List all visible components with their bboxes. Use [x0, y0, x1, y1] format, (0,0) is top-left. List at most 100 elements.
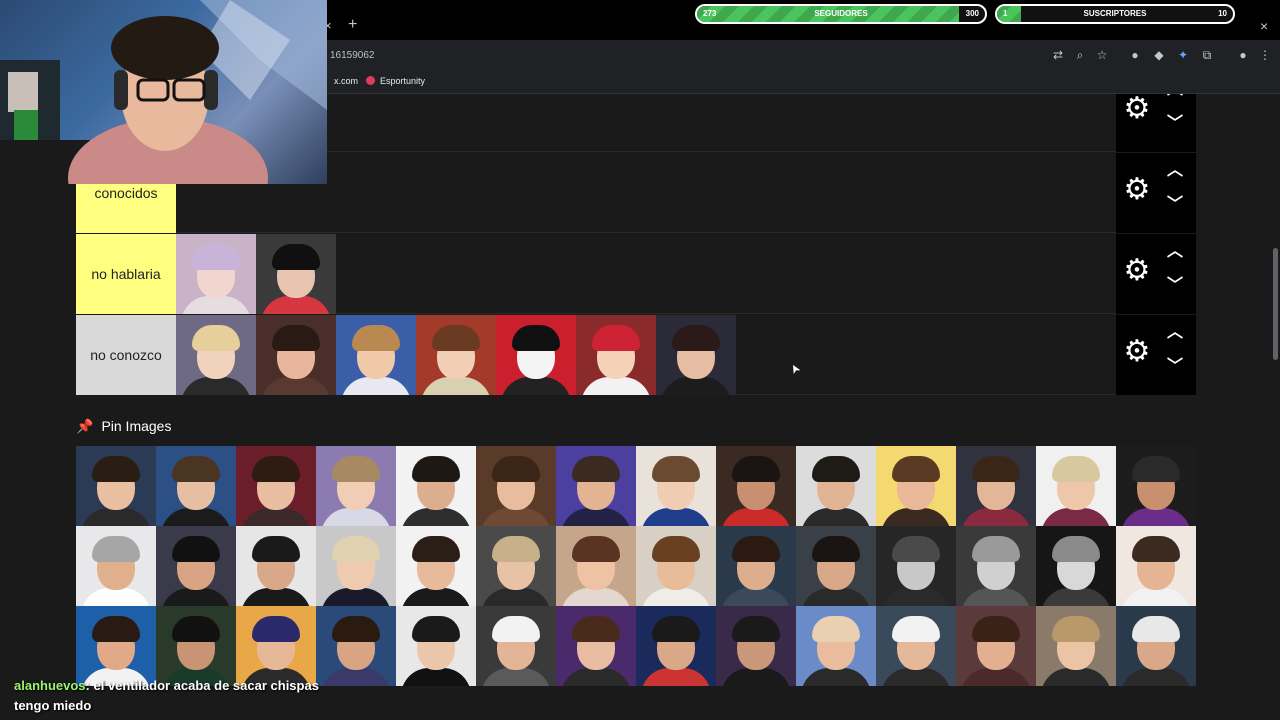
- portrait-hair: [412, 456, 460, 482]
- pin-image[interactable]: [396, 526, 476, 606]
- window-close-button[interactable]: ×: [1260, 18, 1268, 34]
- pin-image[interactable]: [796, 606, 876, 686]
- gear-icon[interactable]: ⚙: [1122, 337, 1152, 367]
- portrait-hair: [172, 456, 220, 482]
- portrait-hair: [252, 616, 300, 642]
- pin-image[interactable]: [476, 526, 556, 606]
- pin-image[interactable]: [556, 526, 636, 606]
- pin-image[interactable]: [556, 446, 636, 526]
- url-text[interactable]: 16159062: [330, 50, 375, 61]
- pin-image[interactable]: [1036, 526, 1116, 606]
- portrait-hair: [272, 325, 320, 351]
- bookmark-esportunity[interactable]: Esportunity: [380, 76, 425, 86]
- tier-item-image[interactable]: [176, 315, 256, 395]
- pin-image[interactable]: [316, 446, 396, 526]
- gear-icon[interactable]: ⚙: [1122, 256, 1152, 286]
- extension-icon-1[interactable]: ●: [1127, 47, 1143, 63]
- portrait-body: [1041, 668, 1111, 686]
- pin-image[interactable]: [236, 446, 316, 526]
- pin-image[interactable]: [956, 446, 1036, 526]
- pin-image[interactable]: [76, 606, 156, 686]
- tier-item-image[interactable]: [576, 315, 656, 395]
- pin-image[interactable]: [716, 526, 796, 606]
- pin-image[interactable]: [876, 526, 956, 606]
- portrait-hair: [252, 456, 300, 482]
- chevron-up-icon[interactable]: ︿: [1164, 161, 1186, 181]
- pin-image[interactable]: [236, 606, 316, 686]
- portrait-hair: [572, 456, 620, 482]
- extension-icon-3[interactable]: ✦: [1175, 47, 1191, 63]
- pin-image[interactable]: [396, 606, 476, 686]
- translate-icon[interactable]: ⇄: [1050, 47, 1066, 63]
- pin-image[interactable]: [716, 606, 796, 686]
- pin-image[interactable]: [636, 526, 716, 606]
- chevron-down-icon[interactable]: ﹀: [1164, 276, 1186, 296]
- extension-icon-2[interactable]: ◆: [1151, 47, 1167, 63]
- tier-item-image[interactable]: [256, 234, 336, 314]
- pin-image[interactable]: [956, 606, 1036, 686]
- pin-image[interactable]: [556, 606, 636, 686]
- tier-item-image[interactable]: [176, 234, 256, 314]
- chevron-down-icon[interactable]: ﹀: [1164, 195, 1186, 215]
- tier-item-image[interactable]: [496, 315, 576, 395]
- pin-image[interactable]: [476, 606, 556, 686]
- tier-row: no conozco: [76, 315, 1116, 395]
- bookmark-x-com[interactable]: x.com: [334, 76, 358, 86]
- portrait-body: [561, 588, 631, 606]
- tier-label[interactable]: no conozco: [76, 315, 176, 395]
- pin-image[interactable]: [716, 446, 796, 526]
- pin-image[interactable]: [636, 446, 716, 526]
- scrollbar-thumb[interactable]: [1273, 248, 1278, 360]
- chevron-up-icon[interactable]: ︿: [1164, 94, 1186, 100]
- pin-image[interactable]: [1116, 606, 1196, 686]
- pushpin-icon: 📌: [76, 417, 94, 434]
- portrait-hair: [492, 616, 540, 642]
- chevron-up-icon[interactable]: ︿: [1164, 242, 1186, 262]
- portrait-hair: [92, 616, 140, 642]
- pin-image[interactable]: [76, 446, 156, 526]
- tier-item-image[interactable]: [336, 315, 416, 395]
- tier-item-image[interactable]: [256, 315, 336, 395]
- pin-image[interactable]: [636, 606, 716, 686]
- bookmark-star-icon[interactable]: ☆: [1094, 47, 1110, 63]
- browser-menu-icon[interactable]: ⋮: [1257, 47, 1273, 63]
- pin-image[interactable]: [396, 446, 476, 526]
- gear-icon[interactable]: ⚙: [1122, 94, 1152, 124]
- tier-label[interactable]: no hablaria: [76, 234, 176, 314]
- pin-image[interactable]: [1116, 526, 1196, 606]
- chevron-up-icon[interactable]: ︿: [1164, 323, 1186, 343]
- portrait-body: [81, 588, 151, 606]
- pin-image[interactable]: [956, 526, 1036, 606]
- pin-image[interactable]: [76, 526, 156, 606]
- pin-image[interactable]: [316, 526, 396, 606]
- profile-avatar-icon[interactable]: ●: [1235, 47, 1251, 63]
- portrait-hair: [512, 325, 560, 351]
- gear-icon[interactable]: ⚙: [1122, 175, 1152, 205]
- tier-item-image[interactable]: [656, 315, 736, 395]
- pin-image[interactable]: [876, 606, 956, 686]
- portrait-body: [641, 508, 711, 526]
- new-tab-button[interactable]: +: [348, 16, 357, 34]
- pin-image[interactable]: [796, 526, 876, 606]
- pin-image[interactable]: [156, 526, 236, 606]
- pin-image[interactable]: [156, 606, 236, 686]
- pin-image[interactable]: [876, 446, 956, 526]
- pin-image[interactable]: [1036, 606, 1116, 686]
- page-scrollbar[interactable]: [1270, 94, 1280, 720]
- pin-image[interactable]: [236, 526, 316, 606]
- pin-image[interactable]: [476, 446, 556, 526]
- extensions-puzzle-icon[interactable]: ⧉: [1199, 47, 1215, 63]
- pin-image[interactable]: [316, 606, 396, 686]
- portrait-body: [241, 588, 311, 606]
- pin-image[interactable]: [156, 446, 236, 526]
- pin-image[interactable]: [796, 446, 876, 526]
- tier-item-image[interactable]: [416, 315, 496, 395]
- portrait-hair: [332, 616, 380, 642]
- pin-image[interactable]: [1036, 446, 1116, 526]
- zoom-icon[interactable]: ⌕: [1072, 47, 1088, 63]
- chevron-down-icon[interactable]: ﹀: [1164, 357, 1186, 377]
- subscribers-goal: 10: [1218, 9, 1227, 18]
- pin-image[interactable]: [1116, 446, 1196, 526]
- portrait-hair: [892, 536, 940, 562]
- chevron-down-icon[interactable]: ﹀: [1164, 114, 1186, 134]
